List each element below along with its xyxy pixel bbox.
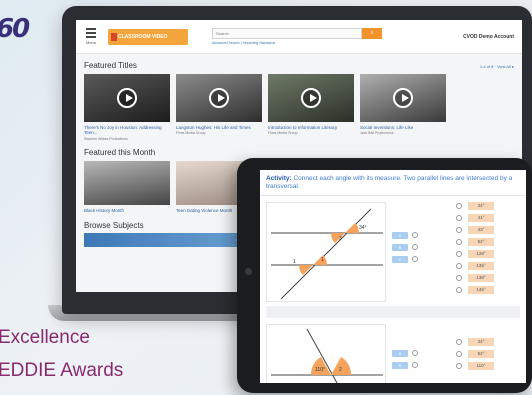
tagline-eddie-awards: EDDIE Awards [0,360,124,381]
radio-choice-b[interactable] [412,244,418,251]
play-icon[interactable] [301,88,321,108]
angle-diagram-2: 110° 2 [266,324,386,383]
search-input[interactable] [212,28,362,39]
featured-month-heading: Featured this Month [84,147,156,157]
radio-answer[interactable] [456,363,462,369]
answer-option[interactable]: 43° [468,226,494,235]
answer-option[interactable]: 34° [468,202,494,211]
drag-choice-b[interactable]: B [392,244,408,252]
answer-option[interactable]: 41° [468,214,494,223]
collection-photo[interactable] [84,160,170,205]
tagline-excellence: Excellence [0,327,90,348]
angle-label: 2 [339,367,342,373]
play-icon[interactable] [117,88,137,108]
drag-choice-b[interactable]: B [392,362,408,369]
angle-wedge [345,223,360,234]
video-publisher: Jack Ball Productions [360,131,394,136]
video-title[interactable]: There's No Joy in Houston: Addressing Te… [84,125,170,136]
play-icon[interactable] [393,88,413,108]
video-tile[interactable]: There's No Joy in Houston: Addressing Te… [84,74,170,141]
video-publisher: Films Media Group [268,131,298,136]
video-tile[interactable]: Social Inventions: Life Like Jack Ball P… [360,74,446,141]
drag-choice-a[interactable]: A [392,232,408,240]
featured-titles-heading: Featured Titles [84,61,137,70]
collection-title[interactable]: Black History Month [84,208,170,213]
account-name[interactable]: CVOD Demo Account [463,34,514,40]
tablet-home-button [245,268,252,275]
answer-option[interactable]: 128° [468,250,494,259]
search-area: ⌕ Advanced Search | Searching Standards [212,28,382,45]
activity-instructions: Activity: Connect each angle with its me… [260,170,526,197]
view-all-link[interactable]: 1-4 of 8 · View All ▸ [480,64,514,69]
search-button[interactable]: ⌕ [362,28,382,39]
answer-option[interactable]: 135° [468,262,494,271]
radio-answer[interactable] [456,287,462,294]
corner-logo: 60 [0,14,30,44]
radio-answer[interactable] [456,203,462,210]
answer-option[interactable]: 138° [468,274,494,283]
answer-option[interactable]: 52° [468,238,494,247]
radio-answer[interactable] [456,339,462,345]
brand-logo[interactable]: CLASSROOM VIDEO [108,28,188,45]
video-thumbnail[interactable] [360,74,446,122]
radio-choice-b[interactable] [412,362,418,368]
drag-choice-a[interactable]: A [392,350,408,357]
activity-label: Activity: [266,175,292,182]
angle-matching-panel-2: 110° 2 A B 34° 52° 110° [260,324,526,383]
site-header: Menu CLASSROOM VIDEO ⌕ Advanced Search |… [76,20,522,54]
search-row: ⌕ [212,28,382,39]
radio-answer[interactable] [456,275,462,282]
video-tile[interactable]: Langston Hughes: His Life and Times Film… [176,74,262,141]
answer-option[interactable]: 146° [468,286,494,295]
angle-label: 1 [321,257,324,263]
radio-answer[interactable] [456,251,462,258]
question-divider [266,306,520,318]
collection-tile[interactable]: Black History Month [84,160,170,213]
activity-text: Connect each angle with its measure. Two… [266,175,513,191]
video-title[interactable]: Social Inventions: Life Like [360,125,446,130]
video-title[interactable]: Langston Hughes: His Life and Times [176,125,262,130]
radio-answer[interactable] [456,351,462,357]
hamburger-icon-bar [86,36,96,38]
search-links[interactable]: Advanced Search | Searching Standards [212,41,382,45]
drag-choice-c[interactable]: C [392,256,408,264]
parallel-lines-diagram: 34° 3 1 1 [271,208,383,300]
video-tile[interactable]: Introduction to Information Literacy Fil… [268,74,354,141]
video-thumbnail[interactable] [176,74,262,122]
angle-label: 110° [315,367,325,373]
radio-answer[interactable] [456,227,462,234]
radio-answer[interactable] [456,239,462,246]
answer-option[interactable]: 110° [468,362,494,370]
menu-button[interactable]: Menu [84,28,98,45]
answer-option[interactable]: 52° [468,350,494,358]
radio-choice-c[interactable] [412,256,418,263]
video-thumbnail[interactable] [268,74,354,122]
radio-choice-a[interactable] [412,232,418,239]
featured-titles-list: There's No Joy in Houston: Addressing Te… [76,74,522,141]
angle-label: 3 [339,236,342,242]
menu-label: Menu [85,40,96,45]
intersecting-lines-diagram: 110° 2 [271,328,383,383]
video-title[interactable]: Introduction to Information Literacy [268,125,354,130]
video-publisher: Films Media Group [176,131,206,136]
radio-answer[interactable] [456,263,462,270]
video-publisher: Stephen Wilkes Productions [84,136,128,141]
angle-wedge [313,255,328,266]
tablet-screen: Activity: Connect each angle with its me… [260,170,526,383]
featured-titles-header: Featured Titles 1-4 of 8 · View All ▸ [76,54,522,74]
radio-choice-a[interactable] [412,350,418,356]
answer-option[interactable]: 34° [468,338,494,346]
radio-answer[interactable] [456,215,462,222]
play-icon[interactable] [209,88,229,108]
angle-diagram: 34° 3 1 1 [266,202,386,303]
video-thumbnail[interactable] [84,74,170,122]
hamburger-icon [86,28,96,30]
tablet: Activity: Connect each angle with its me… [237,158,532,393]
transversal-line [280,208,372,300]
search-icon: ⌕ [370,30,374,36]
hamburger-icon-bar [86,32,96,34]
angle-matching-panel: 34° 3 1 1 A B C 34° 41° 43° 52° 128° 135… [260,196,526,306]
angle-label: 1 [293,259,296,265]
angle-label: 34° [359,225,367,231]
